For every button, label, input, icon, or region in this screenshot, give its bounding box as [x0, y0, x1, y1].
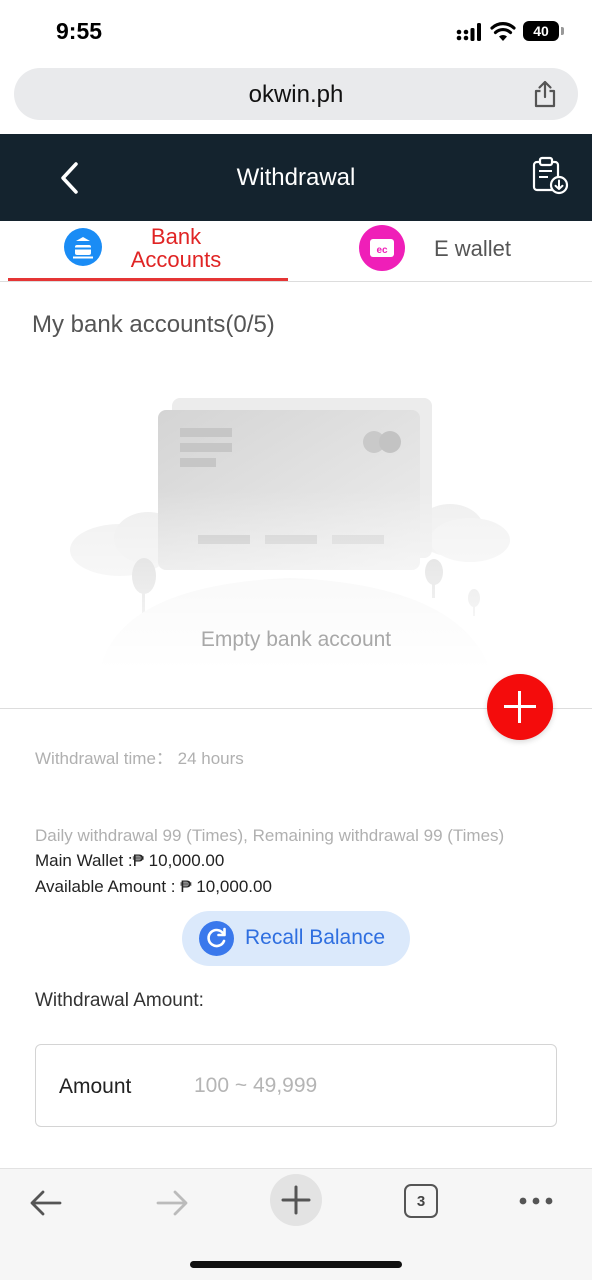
e-wallet-icon: ec: [359, 225, 405, 271]
tab-bank-accounts-label: Bank Accounts: [130, 224, 222, 272]
amount-label: Amount: [59, 1075, 132, 1098]
main-wallet-balance: Main Wallet :₱ 10,000.00: [35, 851, 225, 870]
recall-balance-button[interactable]: Recall Balance: [182, 911, 410, 966]
add-bank-account-button[interactable]: [487, 674, 553, 740]
new-tab-button[interactable]: [270, 1174, 322, 1226]
withdrawal-amount-title: Withdrawal Amount:: [35, 990, 204, 1011]
page-title: Withdrawal: [236, 164, 356, 191]
svg-text:ec: ec: [376, 245, 388, 256]
wifi-icon: [490, 22, 516, 41]
battery-icon: 40: [523, 21, 564, 41]
daily-withdrawal-limit-text: Daily withdrawal 99 (Times), Remaining w…: [35, 826, 505, 845]
status-time: 9:55: [56, 18, 103, 44]
empty-card-illustration: [60, 398, 530, 670]
tab-e-wallet[interactable]: ec E wallet: [340, 221, 580, 281]
amount-input[interactable]: [194, 1067, 534, 1105]
bank-card-icon: [64, 228, 102, 266]
cellular-signal-icon: [456, 23, 481, 41]
more-options-icon[interactable]: [516, 1185, 556, 1221]
page-header: Withdrawal: [0, 134, 592, 221]
url-text[interactable]: okwin.ph: [14, 81, 578, 109]
browser-forward-icon[interactable]: [152, 1185, 192, 1221]
withdrawal-time-text: Withdrawal time： 24 hours: [35, 749, 244, 768]
empty-bank-account-text: Empty bank account: [200, 628, 392, 651]
tab-bank-accounts[interactable]: Bank Accounts: [8, 221, 288, 281]
refresh-icon: [199, 921, 234, 956]
status-bar: 9:55 40: [0, 0, 592, 62]
tab-e-wallet-label: E wallet: [434, 236, 512, 261]
plus-icon: [281, 1185, 311, 1215]
home-indicator: [190, 1261, 402, 1268]
recall-balance-label: Recall Balance: [245, 926, 386, 949]
tab-switcher-button[interactable]: 3: [404, 1184, 438, 1218]
share-icon[interactable]: [532, 80, 558, 108]
bank-accounts-title: My bank accounts(0/5): [32, 311, 275, 338]
available-amount: Available Amount : ₱ 10,000.00: [35, 877, 272, 896]
address-bar[interactable]: okwin.ph: [14, 68, 578, 120]
amount-field[interactable]: Amount: [35, 1044, 557, 1127]
browser-back-icon[interactable]: [26, 1185, 66, 1221]
withdrawal-records-icon[interactable]: [530, 156, 570, 196]
payment-method-tabs: Bank Accounts ec E wallet: [0, 221, 592, 282]
